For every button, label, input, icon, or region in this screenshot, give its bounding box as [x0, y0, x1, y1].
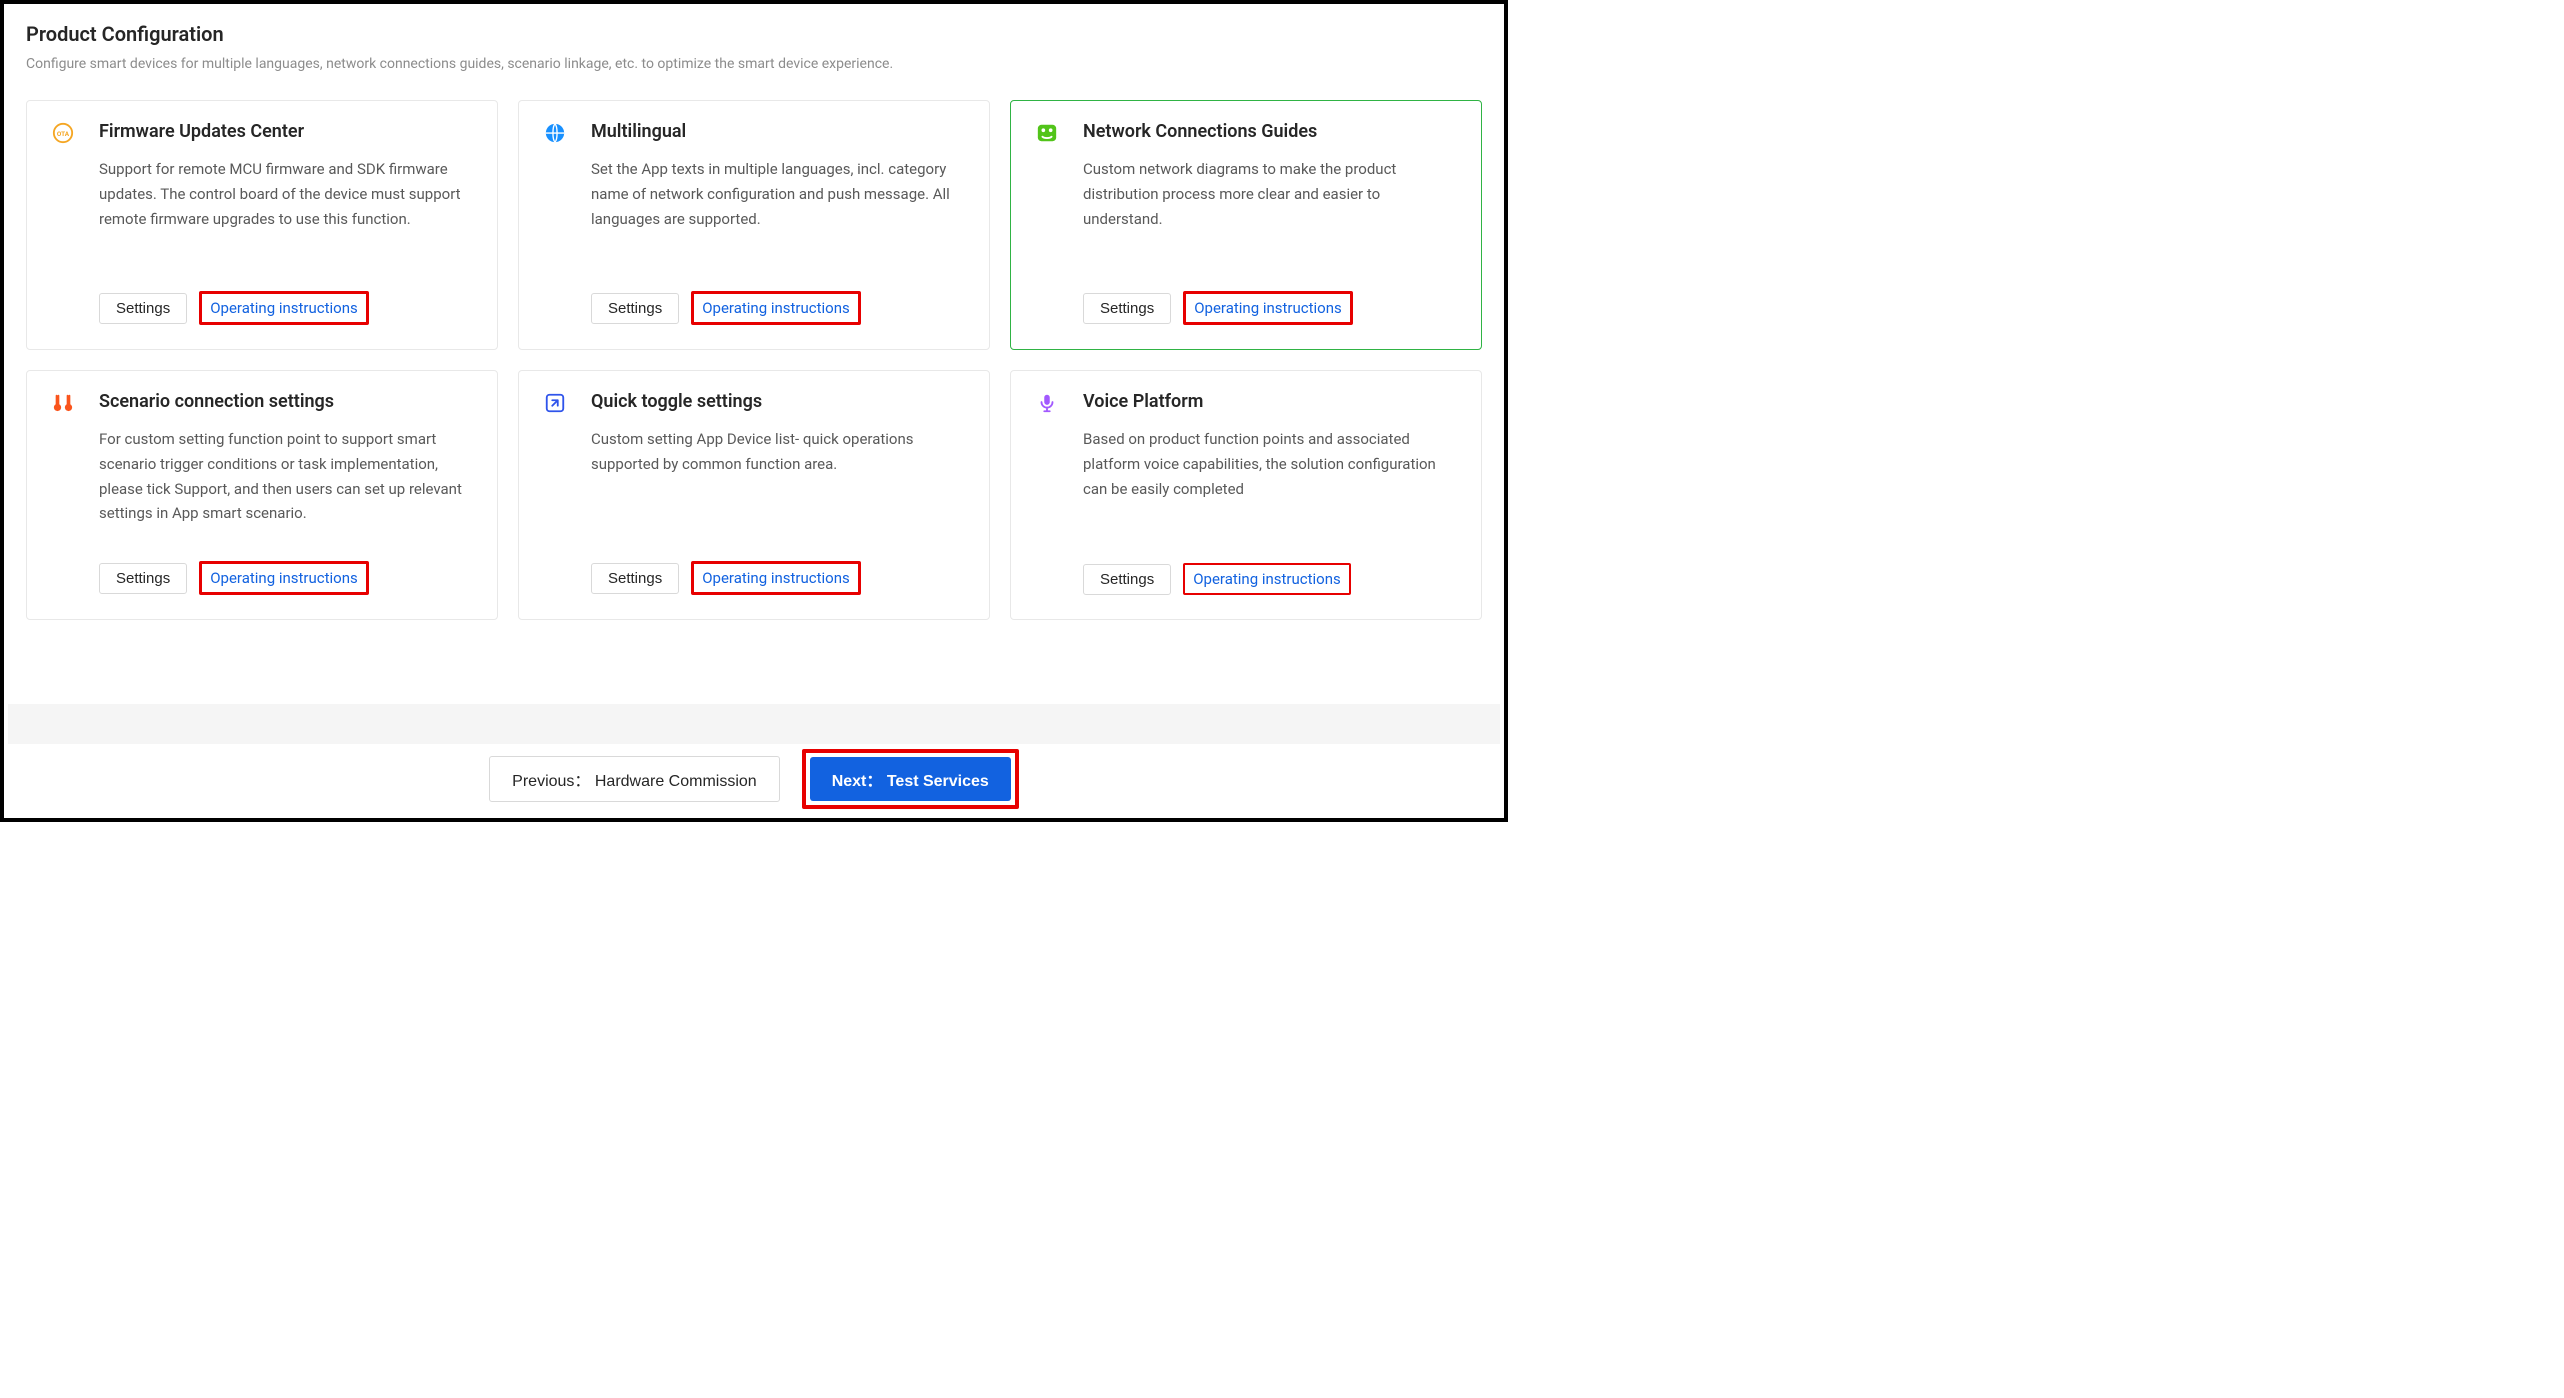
- card-title: Multilingual: [591, 121, 686, 142]
- card-multilingual: Multilingual Set the App texts in multip…: [518, 100, 990, 350]
- page-subtitle: Configure smart devices for multiple lan…: [26, 56, 1482, 72]
- card-scenario-settings: Scenario connection settings For custom …: [26, 370, 498, 620]
- card-title: Scenario connection settings: [99, 391, 334, 412]
- card-desc: Set the App texts in multiple languages,…: [591, 157, 965, 271]
- toggle-icon: [543, 391, 567, 415]
- settings-button[interactable]: Settings: [99, 563, 187, 594]
- next-button[interactable]: Next： Test Services: [810, 757, 1011, 801]
- card-title: Quick toggle settings: [591, 391, 762, 412]
- card-title: Firmware Updates Center: [99, 121, 304, 142]
- card-voice-platform: Voice Platform Based on product function…: [1010, 370, 1482, 620]
- card-desc: Custom network diagrams to make the prod…: [1083, 157, 1457, 271]
- card-desc: For custom setting function point to sup…: [99, 427, 473, 541]
- operating-instructions-link[interactable]: Operating instructions: [202, 294, 366, 322]
- settings-button[interactable]: Settings: [1083, 564, 1171, 595]
- card-desc: Custom setting App Device list- quick op…: [591, 427, 965, 541]
- card-desc: Support for remote MCU firmware and SDK …: [99, 157, 473, 271]
- footer-bar: Previous： Hardware Commission Next： Test…: [8, 704, 1500, 814]
- settings-button[interactable]: Settings: [591, 563, 679, 594]
- card-quick-toggle: Quick toggle settings Custom setting App…: [518, 370, 990, 620]
- settings-button[interactable]: Settings: [99, 293, 187, 324]
- card-network-guides: Network Connections Guides Custom networ…: [1010, 100, 1482, 350]
- mic-icon: [1035, 391, 1059, 415]
- next-highlight: Next： Test Services: [802, 749, 1019, 809]
- operating-instructions-link[interactable]: Operating instructions: [694, 564, 858, 592]
- settings-button[interactable]: Settings: [591, 293, 679, 324]
- operating-instructions-link[interactable]: Operating instructions: [202, 564, 366, 592]
- previous-button[interactable]: Previous： Hardware Commission: [489, 756, 780, 802]
- scenario-icon: [51, 391, 75, 415]
- card-title: Network Connections Guides: [1083, 121, 1317, 142]
- cards-grid: OTA Firmware Updates Center Support for …: [26, 100, 1482, 620]
- operating-instructions-link[interactable]: Operating instructions: [1186, 294, 1350, 322]
- globe-icon: [543, 121, 567, 145]
- card-title: Voice Platform: [1083, 391, 1203, 412]
- ota-icon: OTA: [51, 121, 75, 145]
- card-desc: Based on product function points and ass…: [1083, 427, 1457, 543]
- network-icon: [1035, 121, 1059, 145]
- operating-instructions-link[interactable]: Operating instructions: [694, 294, 858, 322]
- operating-instructions-link[interactable]: Operating instructions: [1185, 565, 1349, 593]
- svg-text:OTA: OTA: [57, 130, 70, 138]
- card-firmware-updates: OTA Firmware Updates Center Support for …: [26, 100, 498, 350]
- footer-divider: [8, 704, 1500, 744]
- page-title: Product Configuration: [26, 22, 1482, 46]
- settings-button[interactable]: Settings: [1083, 293, 1171, 324]
